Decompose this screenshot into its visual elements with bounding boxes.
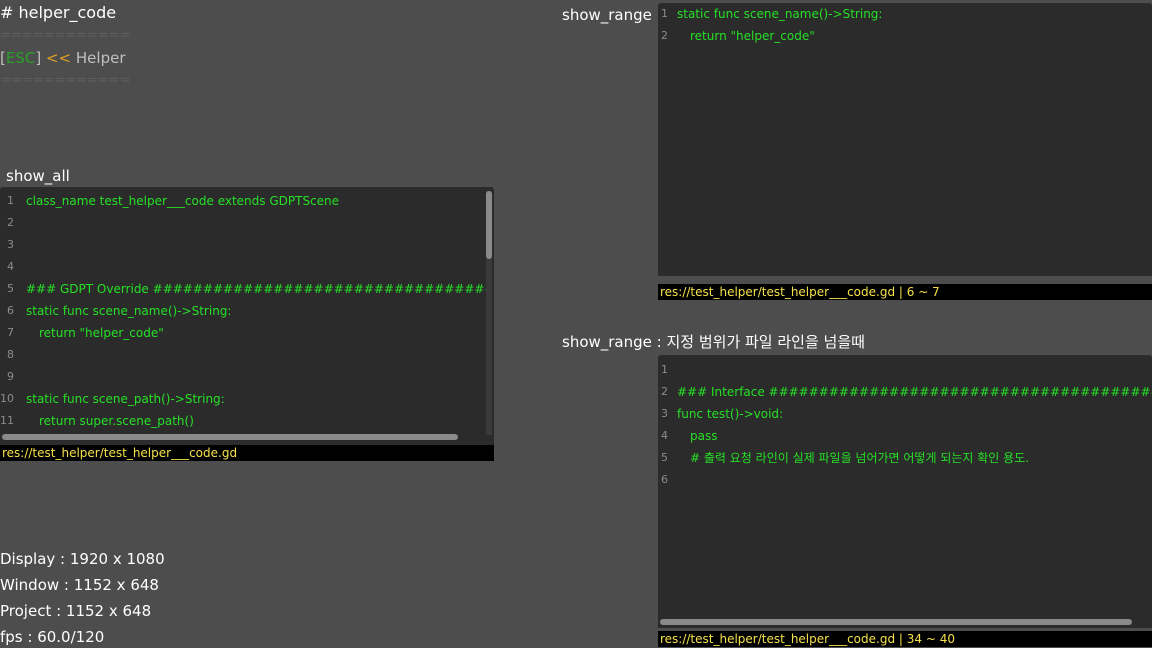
page-title: # helper_code xyxy=(0,3,117,22)
code-text: static func scene_name()->String: xyxy=(26,304,232,318)
code-line: 3 xyxy=(0,234,486,256)
code-line: 1 xyxy=(658,359,1152,381)
project-stat: Project : 1152 x 648 xyxy=(0,602,152,620)
code-line: 8 xyxy=(0,344,486,366)
line-number: 6 xyxy=(7,304,14,317)
code-text: ### Interface ##########################… xyxy=(677,385,1152,399)
code-text: return "helper_code" xyxy=(690,29,815,43)
separator-bottom: ============ xyxy=(0,73,131,88)
window-stat: Window : 1152 x 648 xyxy=(0,576,159,594)
code-text: static func scene_path()->String: xyxy=(26,392,225,406)
code-line: 11 return super.scene_path() xyxy=(0,410,486,432)
code-lines: 1 static func scene_name()->String: 2 retur… xyxy=(658,3,1152,276)
line-number: 2 xyxy=(661,29,668,42)
show-range-label: show_range xyxy=(562,6,652,24)
line-number: 10 xyxy=(0,392,14,405)
line-number: 4 xyxy=(661,429,668,442)
show-range-overflow-label: show_range : 지정 범위가 파일 라인을 넘을때 xyxy=(562,333,865,351)
code-text: return super.scene_path() xyxy=(39,414,194,428)
code-line: 6 static func scene_name()->String: xyxy=(0,300,486,322)
code-text: ### GDPT Override ######################… xyxy=(26,282,486,296)
code-line: 9 xyxy=(0,366,486,388)
show-range-overflow-code-panel[interactable]: 1 2 ### Interface ########################… xyxy=(658,355,1152,628)
show-all-file-path: res://test_helper/test_helper___code.gd xyxy=(0,445,494,461)
code-lines: 1 2 ### Interface ########################… xyxy=(658,357,1152,618)
line-number: 1 xyxy=(661,7,668,20)
line-number: 4 xyxy=(7,260,14,273)
line-number: 3 xyxy=(7,238,14,251)
code-line: 4 xyxy=(0,256,486,278)
breadcrumb-helper-link[interactable]: Helper xyxy=(76,49,126,67)
code-text: func test()->void: xyxy=(677,407,784,421)
code-line: 3 func test()->void: xyxy=(658,403,1152,425)
line-number: 7 xyxy=(7,326,14,339)
code-text: pass xyxy=(690,429,718,443)
breadcrumb: [ESC] << Helper xyxy=(0,49,126,67)
code-line: 1 static func scene_name()->String: xyxy=(658,3,1152,25)
code-line: 5 ### GDPT Override #####################… xyxy=(0,278,486,300)
code-line: 7 return "helper_code" xyxy=(0,322,486,344)
code-lines: 1 class_name test_helper___code extends G… xyxy=(0,190,486,435)
line-number: 9 xyxy=(7,370,14,383)
code-text: static func scene_name()->String: xyxy=(677,7,883,21)
show-all-code-panel[interactable]: 1 class_name test_helper___code extends G… xyxy=(0,187,494,445)
back-arrow-icon[interactable]: << xyxy=(46,49,71,67)
line-number: 2 xyxy=(661,385,668,398)
show-range-code-panel[interactable]: 1 static func scene_name()->String: 2 retur… xyxy=(658,3,1152,276)
show-all-label: show_all xyxy=(6,167,70,185)
line-number: 1 xyxy=(661,363,668,376)
line-number: 11 xyxy=(0,414,14,427)
line-number: 8 xyxy=(7,348,14,361)
line-number: 5 xyxy=(661,451,668,464)
code-text: # 출력 요청 라인이 실제 파일을 넘어가면 어떻게 되는지 확인 용도. xyxy=(690,451,1030,465)
show-range-overflow-file-path: res://test_helper/test_helper___code.gd … xyxy=(658,631,1152,647)
line-number: 6 xyxy=(661,473,668,486)
line-number: 2 xyxy=(7,216,14,229)
code-line: 10 static func scene_path()->String: xyxy=(0,388,486,410)
code-line: 1 class_name test_helper___code extends G… xyxy=(0,190,486,212)
line-number: 1 xyxy=(7,194,14,207)
line-number: 3 xyxy=(661,407,668,420)
code-text: return "helper_code" xyxy=(39,326,164,340)
code-line: 6 xyxy=(658,469,1152,491)
code-line: 4 pass xyxy=(658,425,1152,447)
display-stat: Display : 1920 x 1080 xyxy=(0,550,165,568)
code-line: 2 xyxy=(0,212,486,234)
breadcrumb-bracket-close: ] xyxy=(35,49,42,67)
vertical-scrollbar-thumb[interactable] xyxy=(486,191,492,259)
code-text: class_name test_helper___code extends GD… xyxy=(26,194,340,208)
show-range-file-path: res://test_helper/test_helper___code.gd … xyxy=(658,284,1152,300)
separator-top: ============ xyxy=(0,28,131,43)
line-number: 5 xyxy=(7,282,14,295)
esc-link[interactable]: ESC xyxy=(6,49,35,67)
code-line: 2 return "helper_code" xyxy=(658,25,1152,47)
code-line: 5 # 출력 요청 라인이 실제 파일을 넘어가면 어떻게 되는지 확인 용도. xyxy=(658,447,1152,469)
fps-stat: fps : 60.0/120 xyxy=(0,628,105,646)
code-line: 2 ### Interface #########################… xyxy=(658,381,1152,403)
horizontal-scrollbar-thumb[interactable] xyxy=(2,434,458,440)
horizontal-scrollbar-thumb[interactable] xyxy=(660,619,1132,625)
